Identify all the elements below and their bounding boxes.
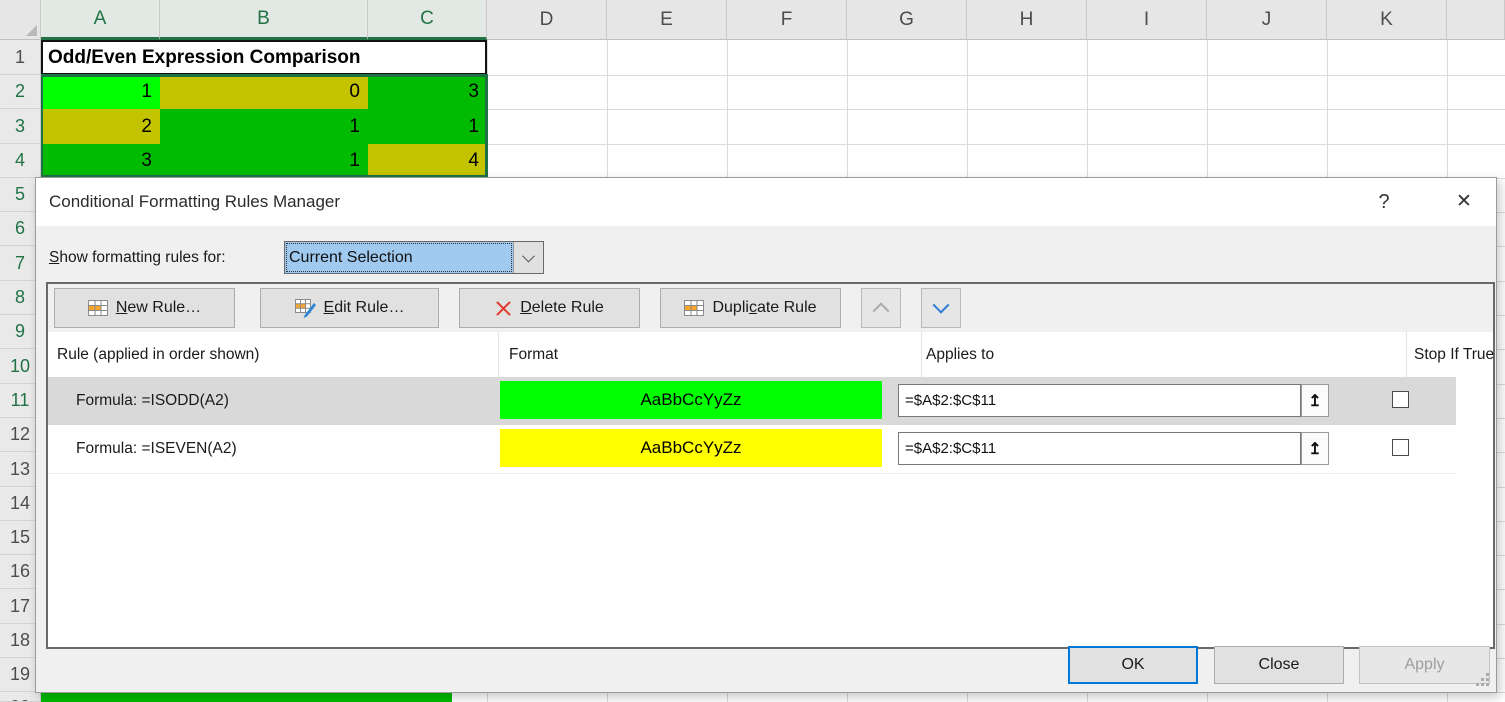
header-applies-to: Applies to: [926, 332, 994, 377]
column-header-f[interactable]: F: [727, 0, 847, 40]
rules-list-header: Rule (applied in order shown) Format App…: [48, 332, 1493, 377]
close-button[interactable]: Close: [1214, 646, 1344, 684]
format-preview: AaBbCcYyZz: [500, 429, 882, 467]
column-header-g[interactable]: G: [847, 0, 967, 40]
rule-formula: Formula: =ISEVEN(A2): [76, 425, 237, 473]
duplicate-rule-label: Duplicate Rule: [712, 299, 816, 317]
delete-rule-label: Delete Rule: [520, 299, 604, 317]
table-icon: [88, 300, 108, 316]
column-header-d[interactable]: D: [487, 0, 607, 40]
move-rule-down-button[interactable]: [921, 288, 961, 328]
edit-rule-button[interactable]: Edit Rule…: [260, 288, 439, 328]
column-header-partial[interactable]: [1447, 0, 1505, 40]
column-header-e[interactable]: E: [607, 0, 727, 40]
table-pencil-icon: [295, 299, 316, 318]
collapse-dialog-icon[interactable]: ↥: [1301, 432, 1329, 465]
header-format: Format: [509, 332, 558, 377]
chevron-down-icon: [933, 297, 950, 314]
header-rule: Rule (applied in order shown): [57, 332, 259, 377]
column-header-c[interactable]: C: [368, 0, 487, 40]
dialog-title: Conditional Formatting Rules Manager: [49, 178, 340, 226]
stop-if-true-checkbox[interactable]: [1392, 439, 1409, 456]
close-icon[interactable]: ✕: [1444, 178, 1484, 226]
applies-to-input[interactable]: [898, 432, 1301, 465]
rule-row-isodd[interactable]: Formula: =ISODD(A2) AaBbCcYyZz ↥: [48, 377, 1493, 425]
delete-rule-button[interactable]: Delete Rule: [459, 288, 640, 328]
dropdown-button[interactable]: [513, 242, 543, 273]
rules-list-container: New Rule… Edit Rule… Delete Rule Duplica…: [46, 282, 1495, 649]
help-icon[interactable]: ?: [1366, 178, 1402, 226]
row-header-2[interactable]: 2: [0, 75, 41, 109]
stop-if-true-checkbox[interactable]: [1392, 391, 1409, 408]
column-header-i[interactable]: I: [1087, 0, 1207, 40]
duplicate-rule-button[interactable]: Duplicate Rule: [660, 288, 841, 328]
row-header-20[interactable]: 20: [0, 692, 41, 702]
header-stop-if-true: Stop If True: [1414, 332, 1494, 377]
table-icon: [684, 300, 704, 316]
show-rules-dropdown[interactable]: Current Selection: [284, 241, 544, 274]
new-rule-button[interactable]: New Rule…: [54, 288, 235, 328]
column-header-a[interactable]: A: [41, 0, 160, 40]
column-header-b[interactable]: B: [160, 0, 368, 40]
column-header-j[interactable]: J: [1207, 0, 1327, 40]
conditional-formatting-rules-manager-dialog: Conditional Formatting Rules Manager ? ✕…: [35, 177, 1497, 693]
move-rule-up-button[interactable]: [861, 288, 901, 328]
row-header-3[interactable]: 3: [0, 109, 41, 144]
resize-grip[interactable]: [1476, 673, 1489, 686]
column-header-h[interactable]: H: [967, 0, 1087, 40]
row-header-1[interactable]: 1: [0, 40, 41, 75]
chevron-up-icon: [873, 302, 890, 319]
format-preview: AaBbCcYyZz: [500, 381, 882, 419]
applies-to-input[interactable]: [898, 384, 1301, 417]
dropdown-selected-value[interactable]: Current Selection: [285, 242, 513, 273]
excel-window: A B C D E F G H I J K 1 2 3 4 5 6 7 8 9 …: [0, 0, 1505, 702]
chevron-down-icon: [522, 250, 535, 263]
apply-button[interactable]: Apply: [1359, 646, 1490, 684]
row-header-4[interactable]: 4: [0, 144, 41, 178]
select-all-corner[interactable]: [0, 0, 41, 40]
edit-rule-label: Edit Rule…: [324, 299, 405, 317]
collapse-dialog-icon[interactable]: ↥: [1301, 384, 1329, 417]
cell-a1-title[interactable]: Odd/Even Expression Comparison: [41, 40, 487, 75]
new-rule-label: New Rule…: [116, 299, 201, 317]
rule-formula: Formula: =ISODD(A2): [76, 377, 229, 425]
column-header-k[interactable]: K: [1327, 0, 1447, 40]
selection-border: [40, 74, 488, 178]
ok-button[interactable]: OK: [1068, 646, 1198, 684]
row-20-formatted-strip: [41, 693, 452, 702]
dialog-titlebar[interactable]: Conditional Formatting Rules Manager ? ✕: [36, 178, 1496, 226]
rule-row-iseven[interactable]: Formula: =ISEVEN(A2) AaBbCcYyZz ↥: [48, 425, 1493, 473]
show-rules-label: Show formatting rules for:: [49, 241, 226, 274]
red-x-icon: [495, 300, 512, 317]
rules-toolbar: New Rule… Edit Rule… Delete Rule Duplica…: [48, 284, 1493, 332]
